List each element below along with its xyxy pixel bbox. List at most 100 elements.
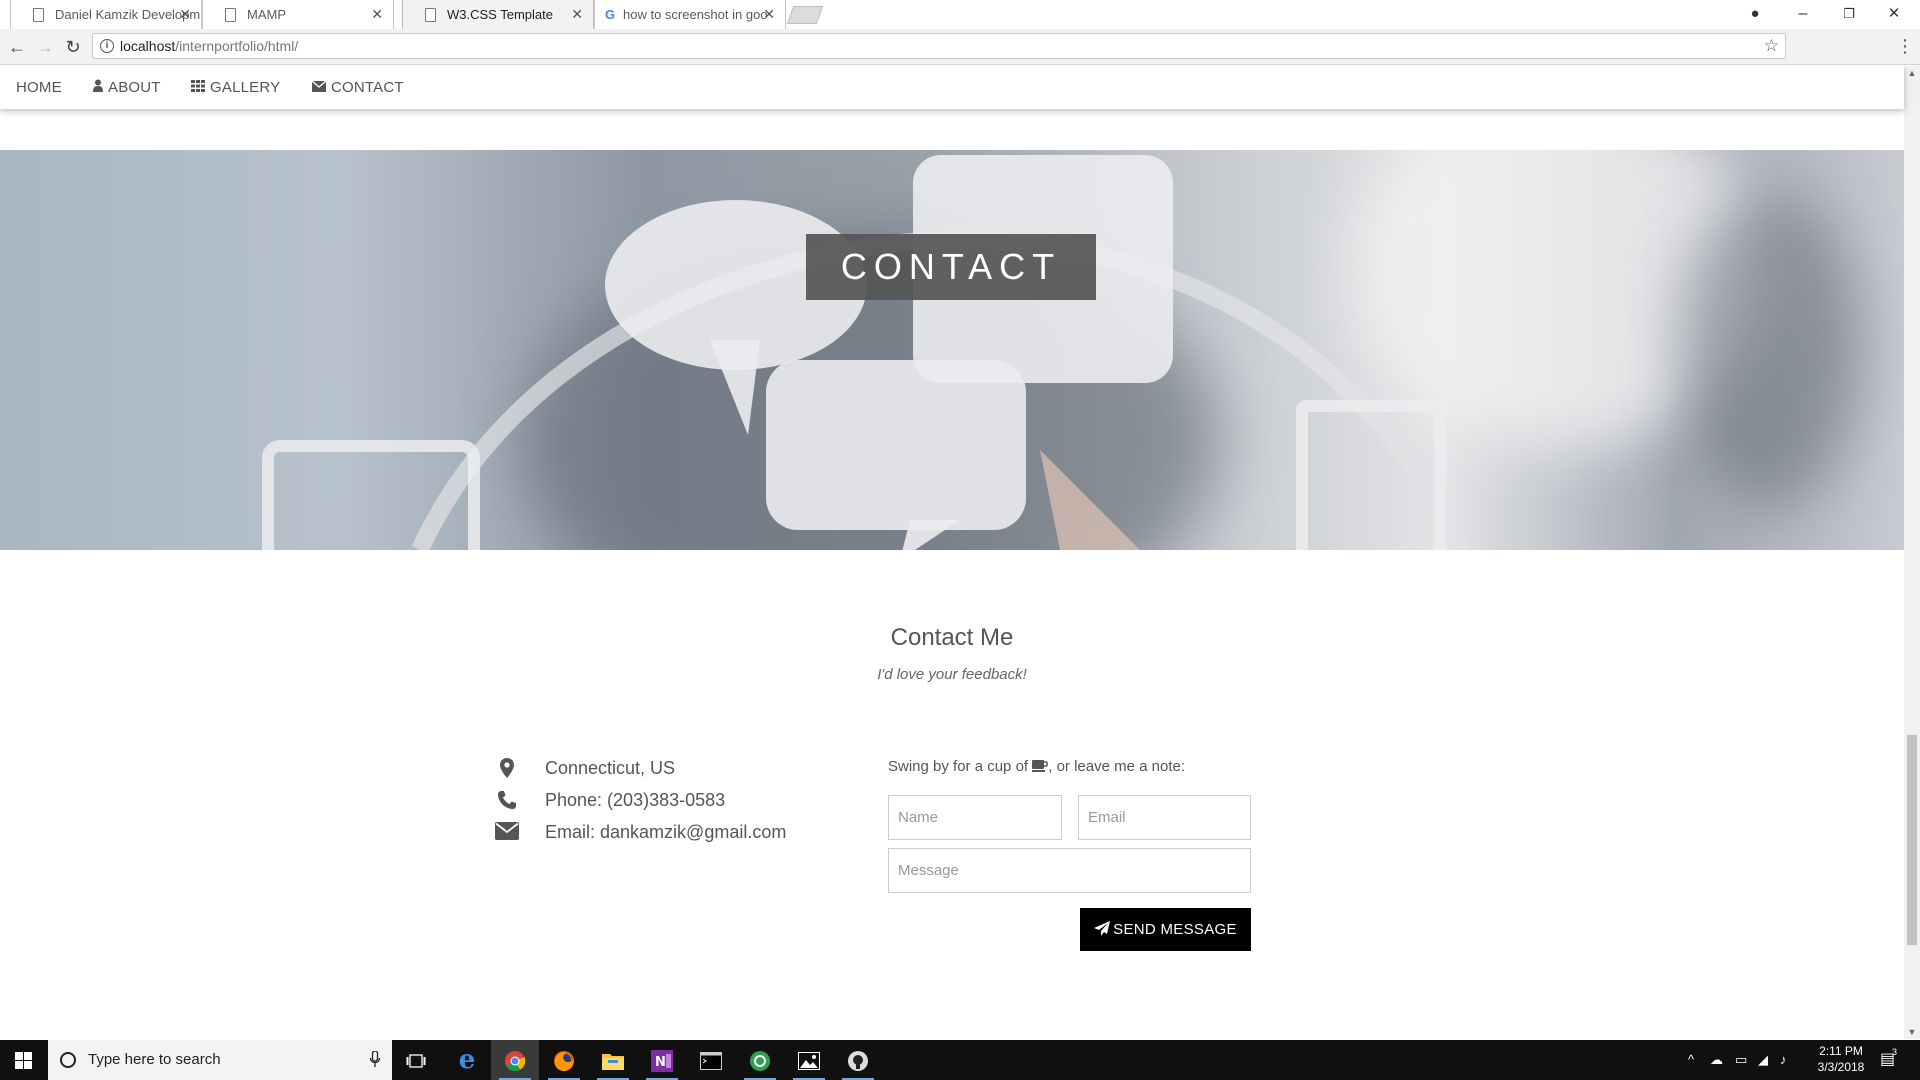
phone-icon: [494, 790, 520, 816]
speech-bubble-tail: [710, 340, 760, 435]
phone-text: Phone: (203)383-0583: [545, 790, 726, 810]
message-input[interactable]: Message: [888, 848, 1251, 893]
reload-icon[interactable]: ↻: [61, 35, 85, 59]
browser-tab[interactable]: G how to screenshot in goo ✕: [594, 0, 786, 29]
send-message-label: SEND MESSAGE: [1113, 921, 1237, 938]
phone-outline: [1296, 400, 1446, 550]
scroll-down-arrow-icon[interactable]: ▼: [1904, 1027, 1920, 1037]
clock-time: 2:11 PM: [1819, 1044, 1863, 1058]
forward-icon[interactable]: →: [33, 35, 57, 59]
edge-icon[interactable]: e: [443, 1040, 491, 1080]
hero-banner-image: [0, 150, 1904, 550]
user-icon: [93, 66, 103, 109]
close-window-icon[interactable]: ✕: [1874, 0, 1914, 29]
restore-icon[interactable]: ❐: [1829, 0, 1869, 29]
file-explorer-icon[interactable]: [589, 1040, 637, 1080]
github-icon[interactable]: [834, 1040, 882, 1080]
task-view-icon[interactable]: [392, 1040, 440, 1080]
page-viewport: HOME ABOUT GALLERY CONTACT CONTACT Conta…: [0, 66, 1920, 1039]
profile-icon[interactable]: ●: [1735, 0, 1775, 29]
envelope-icon: [311, 66, 327, 109]
page-icon: [225, 8, 236, 22]
page-icon: [33, 8, 44, 22]
tab-title: how to screenshot in goo: [623, 7, 768, 22]
email-input[interactable]: Email: [1078, 795, 1251, 840]
grid-icon: [191, 66, 205, 109]
battery-icon[interactable]: ▭: [1735, 1040, 1747, 1080]
coffee-icon: [1032, 758, 1049, 775]
url-path: /internportfolio/html/: [175, 38, 299, 54]
email-text: Email: dankamzik@gmail.com: [545, 822, 787, 842]
name-input[interactable]: Name: [888, 795, 1062, 840]
browser-menu-icon[interactable]: ⋮: [1896, 35, 1914, 57]
form-intro-text: Swing by for a cup of: [888, 758, 1033, 775]
svg-text:N: N: [655, 1055, 666, 1070]
google-icon: G: [603, 7, 617, 22]
chrome-icon[interactable]: [491, 1040, 539, 1080]
contact-heading: Contact Me: [890, 624, 1014, 651]
close-icon[interactable]: ✕: [763, 0, 775, 29]
hero-title: CONTACT: [840, 246, 1062, 287]
nav-home[interactable]: HOME: [16, 66, 62, 109]
notification-count: 3: [1892, 1047, 1898, 1057]
info-icon[interactable]: i: [100, 39, 114, 53]
browser-tab[interactable]: MAMP ✕: [202, 0, 394, 29]
nav-contact[interactable]: CONTACT: [311, 66, 404, 109]
browser-tab-active[interactable]: W3.CSS Template ✕: [402, 0, 594, 29]
close-icon[interactable]: ✕: [179, 0, 191, 29]
notification-icon[interactable]: ▤ 3: [1880, 1040, 1898, 1080]
cortana-icon: [60, 1052, 76, 1068]
close-icon[interactable]: ✕: [371, 0, 383, 29]
location-text: Connecticut, US: [545, 758, 676, 778]
volume-icon[interactable]: ♪: [1780, 1040, 1787, 1080]
nav-about-label: ABOUT: [108, 79, 161, 96]
tab-title: W3.CSS Template: [447, 7, 553, 22]
chevron-up-icon[interactable]: ^: [1688, 1040, 1694, 1080]
taskbar-search-box[interactable]: Type here to search: [48, 1040, 392, 1080]
site-navbar: HOME ABOUT GALLERY CONTACT: [0, 66, 1904, 109]
taskbar-search-placeholder: Type here to search: [88, 1051, 221, 1068]
form-intro-text: , or leave me a note:: [1048, 758, 1185, 775]
microphone-icon[interactable]: [369, 1050, 381, 1071]
scrollbar-thumb[interactable]: [1907, 735, 1917, 945]
onenote-icon[interactable]: N: [638, 1040, 686, 1080]
onedrive-icon[interactable]: ☁: [1710, 1040, 1723, 1080]
new-tab-button[interactable]: [786, 6, 824, 24]
page-scrollbar[interactable]: ▲ ▼: [1904, 66, 1920, 1039]
taskbar-clock[interactable]: 2:11 PM 3/3/2018: [1806, 1043, 1876, 1075]
envelope-icon: [494, 822, 520, 846]
wifi-icon[interactable]: ◢: [1758, 1040, 1768, 1080]
app-icon[interactable]: [736, 1040, 784, 1080]
photos-icon[interactable]: [785, 1040, 833, 1080]
browser-toolbar: ← → ↻ i localhost/internportfolio/html/ …: [0, 29, 1920, 65]
nav-contact-label: CONTACT: [331, 79, 404, 96]
address-bar[interactable]: i localhost/internportfolio/html/ ☆: [92, 33, 1786, 59]
tab-title: MAMP: [247, 7, 286, 22]
scroll-up-arrow-icon[interactable]: ▲: [1904, 68, 1920, 78]
speech-bubble-shape: [766, 360, 1026, 530]
terminal-icon[interactable]: [687, 1040, 735, 1080]
windows-logo-icon: [15, 1052, 32, 1069]
firefox-icon[interactable]: [540, 1040, 588, 1080]
url-text: localhost/internportfolio/html/: [120, 34, 298, 58]
nav-gallery[interactable]: GALLERY: [191, 66, 280, 109]
nav-gallery-label: GALLERY: [210, 79, 281, 96]
close-icon[interactable]: ✕: [571, 0, 583, 29]
paper-plane-icon: [1094, 921, 1113, 938]
contact-subheading: I'd love your feedback!: [877, 666, 1027, 683]
back-icon[interactable]: ←: [5, 35, 29, 59]
windows-start-button[interactable]: [0, 1040, 48, 1080]
map-marker-icon: [494, 758, 520, 784]
nav-home-label: HOME: [16, 79, 62, 96]
nav-about[interactable]: ABOUT: [93, 66, 161, 109]
send-message-button[interactable]: SEND MESSAGE: [1080, 908, 1251, 951]
bookmark-star-icon[interactable]: ☆: [1764, 34, 1779, 58]
clock-date: 3/3/2018: [1817, 1060, 1865, 1074]
browser-tab[interactable]: Daniel Kamzik Developm ✕: [10, 0, 202, 29]
url-host: localhost: [120, 38, 176, 54]
browser-tabstrip: Daniel Kamzik Developm ✕ MAMP ✕ W3.CSS T…: [0, 0, 1920, 29]
page-icon: [425, 8, 436, 22]
windows-taskbar: Type here to search e N ^ ☁ ▭ ◢ ♪ 2:11 P…: [0, 1040, 1920, 1080]
speech-bubble-tail: [902, 520, 960, 550]
minimize-icon[interactable]: –: [1783, 0, 1823, 29]
